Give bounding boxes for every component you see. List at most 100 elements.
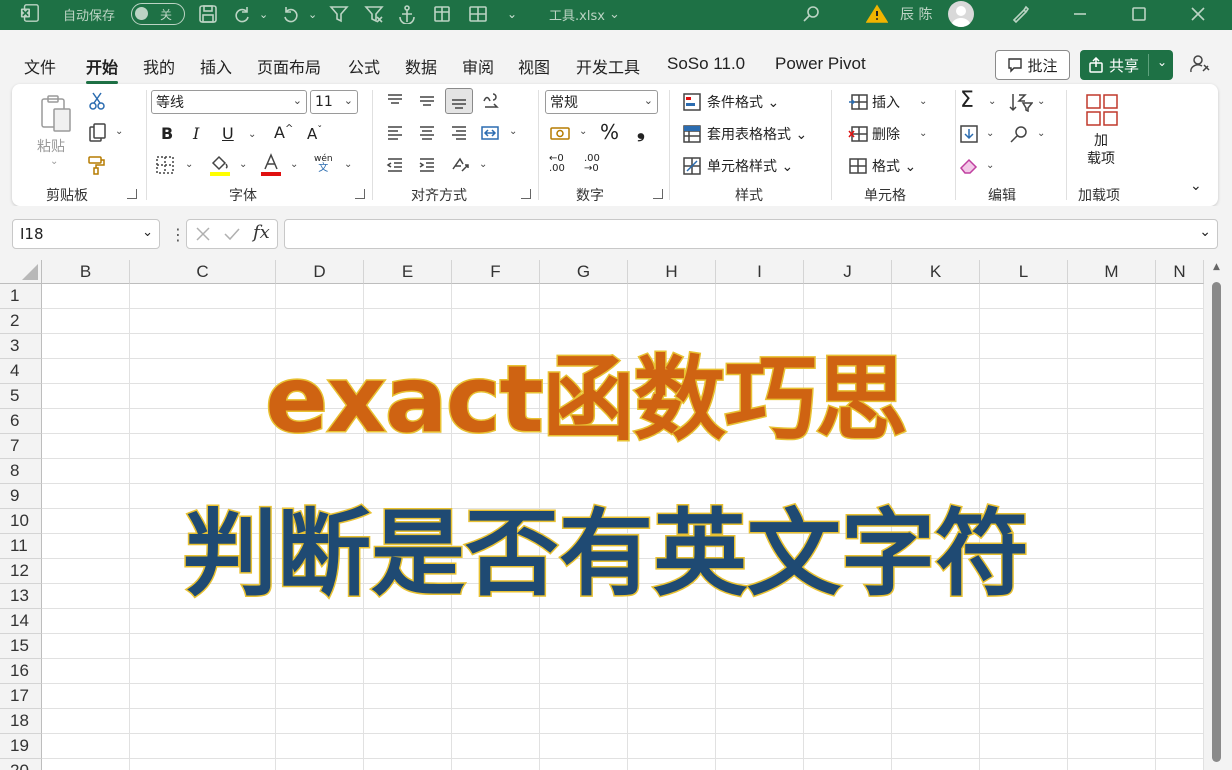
align-bottom-icon[interactable] [445, 88, 473, 114]
cancel-icon[interactable] [195, 226, 211, 242]
format-as-table-button[interactable]: 套用表格格式 ⌄ [707, 124, 807, 144]
insert-cells-icon[interactable] [847, 92, 869, 112]
insert-cells-label[interactable]: 插入 [872, 92, 900, 112]
column-header-c[interactable]: C [130, 260, 276, 284]
clear-filter-icon[interactable] [364, 0, 384, 28]
column-header-h[interactable]: H [628, 260, 716, 284]
decrease-decimal-button[interactable]: .00 →0 [584, 154, 600, 174]
column-header-f[interactable]: F [452, 260, 540, 284]
enter-icon[interactable] [223, 226, 241, 242]
column-header-b[interactable]: B [42, 260, 130, 284]
font-name-select[interactable]: 等线 ⌄ [151, 90, 307, 114]
paste-label[interactable]: 粘贴 [37, 136, 65, 156]
paste-dropdown-icon[interactable]: ⌄ [50, 156, 58, 167]
tab-view[interactable]: 视图 [518, 54, 550, 78]
minimize-icon[interactable] [1072, 0, 1088, 28]
align-top-icon[interactable] [384, 90, 406, 112]
phonetic-dropdown-icon[interactable]: ⌄ [344, 159, 352, 170]
delete-cells-dropdown-icon[interactable]: ⌄ [919, 128, 927, 139]
format-painter-icon[interactable] [86, 154, 108, 176]
find-select-dropdown-icon[interactable]: ⌄ [1037, 128, 1045, 139]
filter-icon[interactable] [329, 0, 349, 28]
font-size-select[interactable]: 11 ⌄ [310, 90, 358, 114]
conditional-format-icon[interactable] [682, 92, 702, 112]
tab-insert[interactable]: 插入 [200, 54, 232, 78]
merge-center-icon[interactable] [478, 122, 502, 144]
search-icon[interactable] [802, 0, 822, 28]
row-header-1[interactable]: 1 [0, 284, 42, 309]
format-cells-icon[interactable] [847, 156, 869, 176]
expand-formula-bar-icon[interactable]: ⌄ [1199, 224, 1211, 240]
comment-button[interactable]: 批注 [995, 50, 1070, 80]
form-icon[interactable] [468, 0, 488, 28]
anchor-icon[interactable] [397, 0, 417, 28]
column-header-e[interactable]: E [364, 260, 452, 284]
addins-button[interactable]: 加载项 [1087, 132, 1115, 168]
increase-indent-icon[interactable] [416, 154, 438, 176]
column-header-i[interactable]: I [716, 260, 804, 284]
fill-color-icon[interactable] [208, 152, 232, 178]
bold-button[interactable]: B [161, 124, 173, 143]
conditional-format-button[interactable]: 条件格式 ⌄ [707, 92, 779, 112]
maximize-icon[interactable] [1131, 0, 1147, 28]
cell-styles-button[interactable]: 单元格样式 ⌄ [707, 156, 793, 176]
column-header-k[interactable]: K [892, 260, 980, 284]
fill-dropdown-icon[interactable]: ⌄ [986, 128, 994, 139]
currency-dropdown-icon[interactable]: ⌄ [579, 126, 587, 137]
column-header-d[interactable]: D [276, 260, 364, 284]
save-icon[interactable] [198, 0, 218, 28]
tab-power-pivot[interactable]: Power Pivot [775, 54, 866, 74]
collapse-ribbon-icon[interactable]: ⌄ [1190, 178, 1202, 194]
scroll-up-icon[interactable]: ▲ [1213, 262, 1220, 272]
tab-soso[interactable]: SoSo 11.0 [667, 54, 745, 74]
underline-dropdown-icon[interactable]: ⌄ [248, 129, 256, 140]
font-color-dropdown-icon[interactable]: ⌄ [290, 159, 298, 170]
row-header-19[interactable]: 19 [0, 734, 42, 759]
undo-icon[interactable] [281, 0, 301, 28]
collaborate-icon[interactable] [1188, 52, 1212, 80]
customize-toolbar-icon[interactable]: ⌄ [507, 0, 517, 28]
decrease-font-button[interactable]: Aˇ [307, 125, 322, 143]
orientation-icon[interactable] [448, 154, 472, 176]
font-launcher-icon[interactable] [355, 189, 365, 199]
autosum-button[interactable]: Σ [960, 88, 974, 113]
tab-data[interactable]: 数据 [405, 54, 437, 78]
delete-cells-icon[interactable] [847, 124, 869, 144]
user-name[interactable]: 辰 陈 [900, 0, 932, 28]
column-header-n[interactable]: N [1156, 260, 1204, 284]
name-box[interactable]: I18 ⌄ [12, 219, 160, 249]
row-header-14[interactable]: 14 [0, 609, 42, 634]
format-as-table-icon[interactable] [682, 124, 702, 144]
align-left-icon[interactable] [384, 122, 406, 144]
pen-icon[interactable] [1010, 0, 1030, 28]
clipboard-launcher-icon[interactable] [127, 189, 137, 199]
copy-icon[interactable] [84, 122, 110, 144]
column-header-g[interactable]: G [540, 260, 628, 284]
tab-developer[interactable]: 开发工具 [576, 54, 640, 78]
tab-page-layout[interactable]: 页面布局 [257, 54, 321, 78]
borders-icon[interactable] [153, 153, 177, 177]
row-header-15[interactable]: 15 [0, 634, 42, 659]
underline-button[interactable]: U [222, 124, 234, 143]
phonetic-icon[interactable]: wén 文 [314, 154, 333, 174]
row-header-20[interactable]: 20 [0, 759, 42, 770]
find-select-icon[interactable] [1008, 124, 1030, 144]
redo-dropdown-icon[interactable]: ⌄ [259, 0, 268, 28]
sort-filter-dropdown-icon[interactable]: ⌄ [1037, 96, 1045, 107]
more-options-icon[interactable]: ⋮ [170, 225, 186, 244]
name-box-dropdown-icon[interactable]: ⌄ [142, 225, 153, 240]
row-header-8[interactable]: 8 [0, 459, 42, 484]
tab-file[interactable]: 文件 [24, 54, 56, 78]
comma-style-button[interactable]: ❟ [637, 118, 645, 142]
fill-icon[interactable] [958, 124, 980, 144]
tab-mine[interactable]: 我的 [143, 54, 175, 78]
row-header-18[interactable]: 18 [0, 709, 42, 734]
increase-decimal-button[interactable]: ←0.00 [549, 154, 565, 174]
file-name[interactable]: 工具.xlsx ⌄ [549, 0, 620, 28]
column-header-j[interactable]: J [804, 260, 892, 284]
cut-icon[interactable] [86, 90, 108, 112]
number-format-select[interactable]: 常规 ⌄ [545, 90, 658, 114]
row-header-17[interactable]: 17 [0, 684, 42, 709]
share-dropdown-icon[interactable]: ⌄ [1157, 55, 1167, 69]
copy-dropdown-icon[interactable]: ⌄ [115, 126, 123, 137]
